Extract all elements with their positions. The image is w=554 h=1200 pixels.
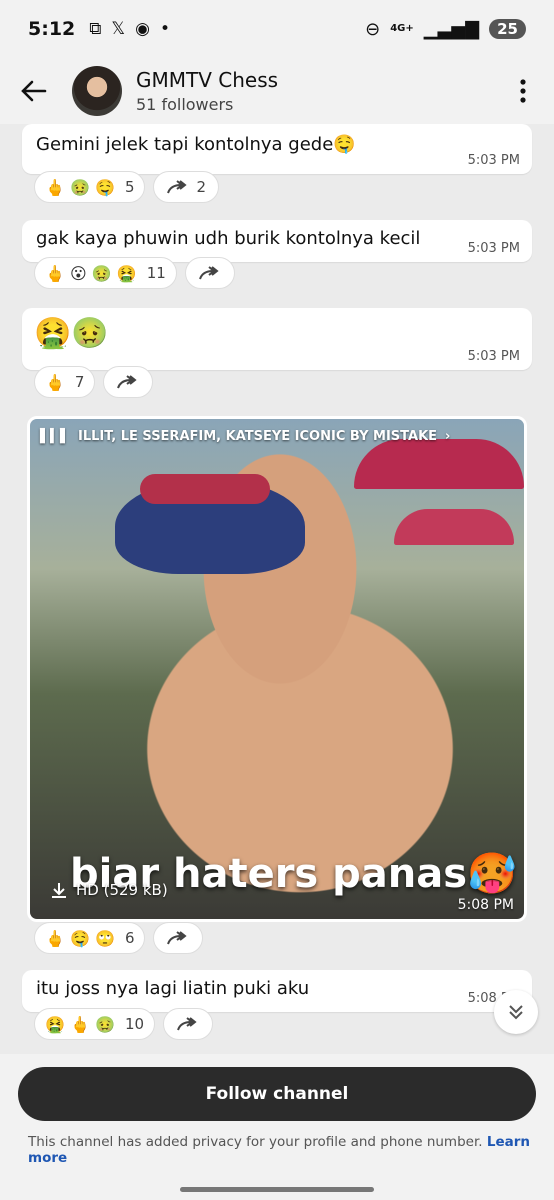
follow-channel-button[interactable]: Follow channel: [18, 1067, 536, 1121]
forward-button[interactable]: [163, 1008, 214, 1040]
message-time: 5:03 PM: [467, 241, 520, 256]
privacy-notice: This channel has added privacy for your …: [28, 1134, 554, 1166]
network-type: 4G+: [390, 23, 414, 34]
arrow-left-icon: [21, 80, 47, 102]
message-time: 5:08 PM: [457, 897, 514, 913]
message-bubble[interactable]: gak kaya phuwin udh burik kontolnya keci…: [22, 220, 532, 262]
reaction-count: 5: [124, 178, 135, 196]
reaction-emojis: 🖕 🤢 🤤: [45, 177, 115, 197]
video-message[interactable]: ▌▍▌ ILLIT, LE SSERAFIM, KATSEYE ICONIC B…: [27, 416, 527, 922]
channel-info[interactable]: GMMTV Chess 51 followers: [136, 68, 278, 114]
scroll-to-bottom-button[interactable]: [494, 990, 538, 1034]
reaction-row: 🖕 😮 🤢 🤮 11: [34, 257, 235, 289]
channel-avatar[interactable]: [72, 66, 122, 116]
umbrella-shape: [354, 439, 524, 489]
reaction-count: 11: [146, 264, 166, 282]
chevron-right-icon: ›: [445, 429, 451, 444]
kebab-menu-icon: [520, 79, 526, 103]
reaction-emojis: 🖕 😮 🤢 🤮: [45, 263, 137, 283]
clock: 5:12: [28, 18, 76, 40]
reaction-emojis: 🖕: [45, 372, 65, 392]
channel-footer: Follow channel This channel has added pr…: [0, 1054, 554, 1200]
dnd-icon: ⊖: [365, 18, 381, 40]
reaction-count: 10: [124, 1015, 145, 1033]
download-button[interactable]: HD (529 kB): [50, 881, 168, 899]
forward-icon: [167, 180, 188, 194]
forward-button[interactable]: 2: [153, 171, 220, 203]
message-text: Gemini jelek tapi kontolnya gede🤤: [36, 134, 356, 155]
message-time: 5:03 PM: [467, 349, 520, 364]
message-text: gak kaya phuwin udh burik kontolnya keci…: [36, 228, 421, 249]
follower-count: 51 followers: [136, 95, 234, 114]
reaction-emojis: 🤮 🖕 🤢: [45, 1014, 115, 1034]
message-bubble[interactable]: 🤮🤢 5:03 PM: [22, 308, 532, 370]
message-text: itu joss nya lagi liatin puki aku: [36, 978, 310, 999]
music-tag[interactable]: ▌▍▌ ILLIT, LE SSERAFIM, KATSEYE ICONIC B…: [40, 429, 450, 444]
reaction-count: 6: [124, 929, 135, 947]
reaction-row: 🖕 🤤 🙄 6: [34, 922, 204, 954]
reactions-pill[interactable]: 🖕 🤢 🤤 5: [34, 171, 146, 203]
forward-icon: [117, 375, 138, 389]
reactions-pill[interactable]: 🤮 🖕 🤢 10: [34, 1008, 156, 1040]
dot-icon: •: [159, 19, 170, 39]
forward-icon: [177, 1017, 197, 1031]
status-bar: 5:12 ⧉ 𝕏 ◉ • ⊖ 4G+ ▁▃▅▇ 25: [0, 0, 554, 58]
back-button[interactable]: [4, 61, 64, 121]
reactions-pill[interactable]: 🖕 7: [34, 366, 96, 398]
download-size: HD (529 kB): [76, 881, 168, 899]
message-time: 5:03 PM: [467, 153, 520, 168]
forward-button[interactable]: [184, 257, 235, 289]
forward-button[interactable]: [153, 922, 204, 954]
reaction-row: 🖕 🤢 🤤 5 2: [34, 171, 220, 203]
signal-icon: ▁▃▅▇: [423, 18, 480, 40]
forward-count: 2: [196, 178, 207, 196]
forward-icon: [198, 266, 219, 280]
x-icon: 𝕏: [111, 19, 126, 39]
forward-icon: [167, 931, 188, 945]
reaction-emojis: 🖕 🤤 🙄: [45, 928, 115, 948]
home-indicator[interactable]: [180, 1187, 374, 1192]
hat-band-shape: [140, 474, 270, 504]
reactions-pill[interactable]: 🖕 😮 🤢 🤮 11: [34, 257, 177, 289]
umbrella-shape: [394, 509, 514, 545]
audio-bars-icon: ▌▍▌: [40, 429, 70, 444]
channel-header: GMMTV Chess 51 followers: [0, 58, 554, 124]
reaction-row: 🖕 7: [34, 366, 154, 398]
music-title: ILLIT, LE SSERAFIM, KATSEYE ICONIC BY MI…: [78, 429, 438, 444]
message-emoji: 🤮🤢: [34, 316, 109, 351]
message-feed[interactable]: Gemini jelek tapi kontolnya gede🤤 5:03 P…: [0, 124, 554, 1054]
message-bubble[interactable]: itu joss nya lagi liatin puki aku 5:08 P…: [22, 970, 532, 1012]
reaction-row: 🤮 🖕 🤢 10: [34, 1008, 214, 1040]
screenshot-icon: ⧉: [89, 19, 102, 39]
privacy-text: This channel has added privacy for your …: [28, 1134, 483, 1150]
more-options-button[interactable]: [498, 66, 548, 116]
battery-badge: 25: [489, 19, 526, 39]
reactions-pill[interactable]: 🖕 🤤 🙄 6: [34, 922, 146, 954]
message-bubble[interactable]: Gemini jelek tapi kontolnya gede🤤 5:03 P…: [22, 124, 532, 174]
channel-name: GMMTV Chess: [136, 68, 279, 92]
forward-button[interactable]: [103, 366, 154, 398]
target-icon: ◉: [135, 19, 150, 39]
reaction-count: 7: [74, 373, 85, 391]
download-icon: [52, 883, 66, 898]
notification-icons: ⧉ 𝕏 ◉ •: [89, 19, 170, 39]
double-chevron-down-icon: [509, 1005, 523, 1020]
